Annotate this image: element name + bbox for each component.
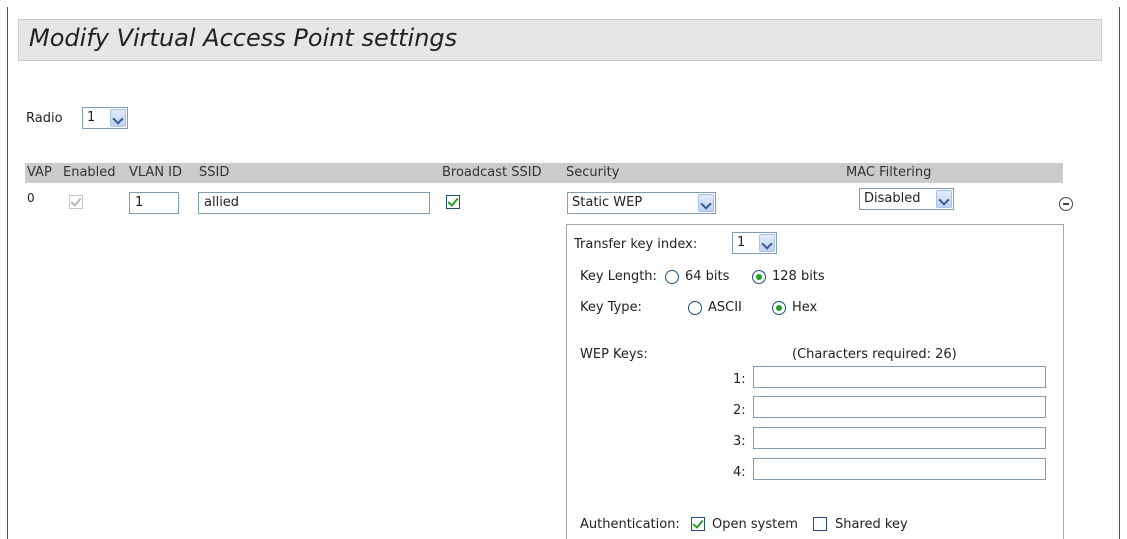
wep-key-4-label: 4: [733,465,746,480]
mac-filtering-select-value: Disabled [864,191,921,206]
col-header-ssid: SSID [199,165,230,180]
characters-required-text: (Characters required: 26) [792,347,957,362]
vap-number: 0 [27,191,35,205]
remove-vap-icon[interactable] [1059,197,1073,211]
chevron-down-icon [936,190,952,208]
col-header-broadcast-ssid: Broadcast SSID [442,165,542,180]
wep-key-1-input[interactable] [753,366,1046,388]
key-length-label: Key Length: [580,269,657,284]
key-type-ascii-label: ASCII [708,300,742,315]
key-type-label: Key Type: [580,300,642,315]
col-header-mac-filtering: MAC Filtering [846,165,932,180]
col-header-vap: VAP [27,165,52,180]
wep-key-3-label: 3: [733,434,746,449]
title-bar: Modify Virtual Access Point settings [18,19,1102,61]
key-length-64-label: 64 bits [685,269,730,284]
wep-keys-label: WEP Keys: [580,347,648,362]
transfer-key-index-value: 1 [737,235,746,250]
page-title: Modify Virtual Access Point settings [29,24,458,52]
key-type-ascii-radio[interactable] [688,301,702,315]
vlan-id-input[interactable]: 1 [129,192,179,214]
auth-shared-key-checkbox[interactable] [813,517,827,531]
mac-filtering-select[interactable]: Disabled [859,188,954,210]
radio-select[interactable]: 1 [82,107,128,129]
key-length-128-radio[interactable] [752,270,766,284]
wep-key-2-label: 2: [733,403,746,418]
wep-key-3-input[interactable] [753,427,1046,449]
auth-open-system-checkbox[interactable] [691,517,705,531]
wep-key-4-input[interactable] [753,458,1046,480]
wep-key-1-label: 1: [733,372,746,387]
chevron-down-icon [110,109,126,127]
radio-select-value: 1 [87,110,96,125]
col-header-enabled: Enabled [63,165,116,180]
transfer-key-index-label: Transfer key index: [574,237,698,252]
security-select[interactable]: Static WEP [567,192,716,214]
radio-label: Radio [26,111,63,126]
key-type-hex-label: Hex [792,300,818,315]
authentication-label: Authentication: [580,517,680,532]
col-header-security: Security [566,165,620,180]
vap-table-header: VAP Enabled VLAN ID SSID Broadcast SSID … [25,163,1063,183]
key-length-128-label: 128 bits [772,269,825,284]
wep-settings-panel: Transfer key index: 1 Key Length: 64 bit… [566,224,1064,539]
chevron-down-icon [698,194,714,212]
chevron-down-icon [759,234,775,252]
auth-open-system-label: Open system [712,517,798,532]
key-type-hex-radio[interactable] [772,301,786,315]
ssid-input[interactable]: allied [198,192,430,214]
broadcast-ssid-checkbox[interactable] [446,195,460,209]
wep-key-2-input[interactable] [753,396,1046,418]
col-header-vlan-id: VLAN ID [129,165,183,180]
key-length-64-radio[interactable] [665,270,679,284]
transfer-key-index-select[interactable]: 1 [732,232,777,254]
security-select-value: Static WEP [572,195,643,210]
enabled-checkbox[interactable] [69,195,83,209]
auth-shared-key-label: Shared key [835,517,908,532]
